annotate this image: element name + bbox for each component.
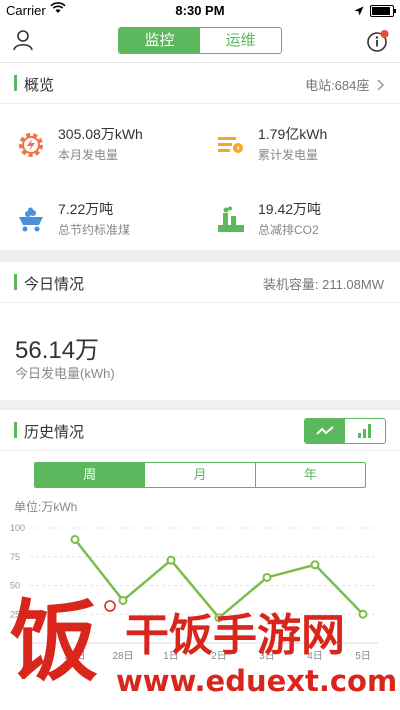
section-marker <box>14 75 17 91</box>
period-month[interactable]: 月 <box>144 463 254 487</box>
y-tick-label: 75 <box>10 552 20 562</box>
period-week[interactable]: 周 <box>35 463 145 487</box>
coal-cart-icon <box>16 205 46 235</box>
today-generation-value: 56.14万 <box>15 337 100 364</box>
registered-mark-icon <box>104 600 116 612</box>
station-count: 电站:684座 <box>305 78 370 93</box>
data-point[interactable] <box>310 560 320 570</box>
clock: 8:30 PM <box>175 3 225 18</box>
overview-total-generation: 1.79亿kWh 累计发电量 <box>216 124 396 168</box>
history-title: 历史情况 <box>24 424 85 441</box>
bar-chart-button[interactable] <box>345 419 385 443</box>
mode-switch: 监控 运维 <box>118 27 282 54</box>
coal-saved-value: 7.22万吨 <box>58 201 114 217</box>
overview-title: 概览 <box>24 77 55 94</box>
battery-icon <box>370 5 396 17</box>
factory-icon <box>216 205 246 235</box>
section-marker <box>14 422 17 438</box>
overview-month-generation: 305.08万kWh 本月发电量 <box>16 124 196 168</box>
period-year[interactable]: 年 <box>254 463 365 487</box>
location-arrow-icon <box>354 4 364 19</box>
data-point[interactable] <box>70 535 80 544</box>
month-generation-label: 本月发电量 <box>58 148 119 162</box>
overview-header: 概览 电站:684座 <box>0 63 400 104</box>
month-generation-value: 305.08万kWh <box>58 126 143 142</box>
chevron-right-icon <box>377 79 385 91</box>
tab-monitor[interactable]: 监控 <box>119 28 200 53</box>
total-generation-value: 1.79亿kWh <box>258 126 328 142</box>
section-marker <box>14 274 17 290</box>
info-icon[interactable] <box>366 29 390 58</box>
today-card: 今日情况 装机容量: 211.08MW 56.14万 今日发电量(kWh) <box>0 262 400 400</box>
today-title: 今日情况 <box>24 276 85 293</box>
overview-coal-saved: 7.22万吨 总节约标准煤 <box>16 199 196 243</box>
total-generation-label: 累计发电量 <box>258 148 319 162</box>
data-point[interactable] <box>166 555 176 565</box>
watermark-glyph: 饭 <box>10 590 98 693</box>
overview-co2-reduced: 19.42万吨 总减排CO2 <box>216 199 396 243</box>
line-chart-button[interactable] <box>305 419 345 443</box>
gear-bolt-icon <box>16 130 46 160</box>
overview-card: 概览 电站:684座 305.08万kWh 本月发电量 1.79亿kWh 累计发… <box>0 63 400 250</box>
data-point[interactable] <box>262 572 272 582</box>
today-generation-label: 今日发电量(kWh) <box>15 366 115 381</box>
line-chart-icon <box>316 426 334 435</box>
station-count-link[interactable]: 电站:684座 <box>305 75 386 94</box>
installed-capacity: 装机容量: 211.08MW <box>262 277 384 292</box>
coal-saved-label: 总节约标准煤 <box>58 223 131 237</box>
watermark-url: www.eduext.com <box>116 664 397 698</box>
co2-reduced-label: 总减排CO2 <box>258 223 319 237</box>
history-header: 历史情况 <box>0 410 400 451</box>
tab-operations[interactable]: 运维 <box>200 28 281 53</box>
top-nav: 监控 运维 <box>0 20 400 63</box>
user-icon[interactable] <box>12 29 34 56</box>
status-bar: Carrier 8:30 PM <box>0 0 400 20</box>
y-tick-label: 100 <box>10 523 25 533</box>
stack-bolt-icon <box>216 130 246 160</box>
watermark: 饭 干饭手游网 www.eduext.com <box>0 590 400 710</box>
chart-unit-label: 单位:万kWh <box>14 500 78 514</box>
period-selector: 周 月 年 <box>34 462 366 488</box>
today-header: 今日情况 装机容量: 211.08MW <box>0 262 400 303</box>
bar-chart-icon <box>358 424 371 438</box>
co2-reduced-value: 19.42万吨 <box>258 201 322 217</box>
watermark-brand: 干饭手游网 <box>125 610 345 661</box>
chart-type-toggle <box>304 418 386 444</box>
